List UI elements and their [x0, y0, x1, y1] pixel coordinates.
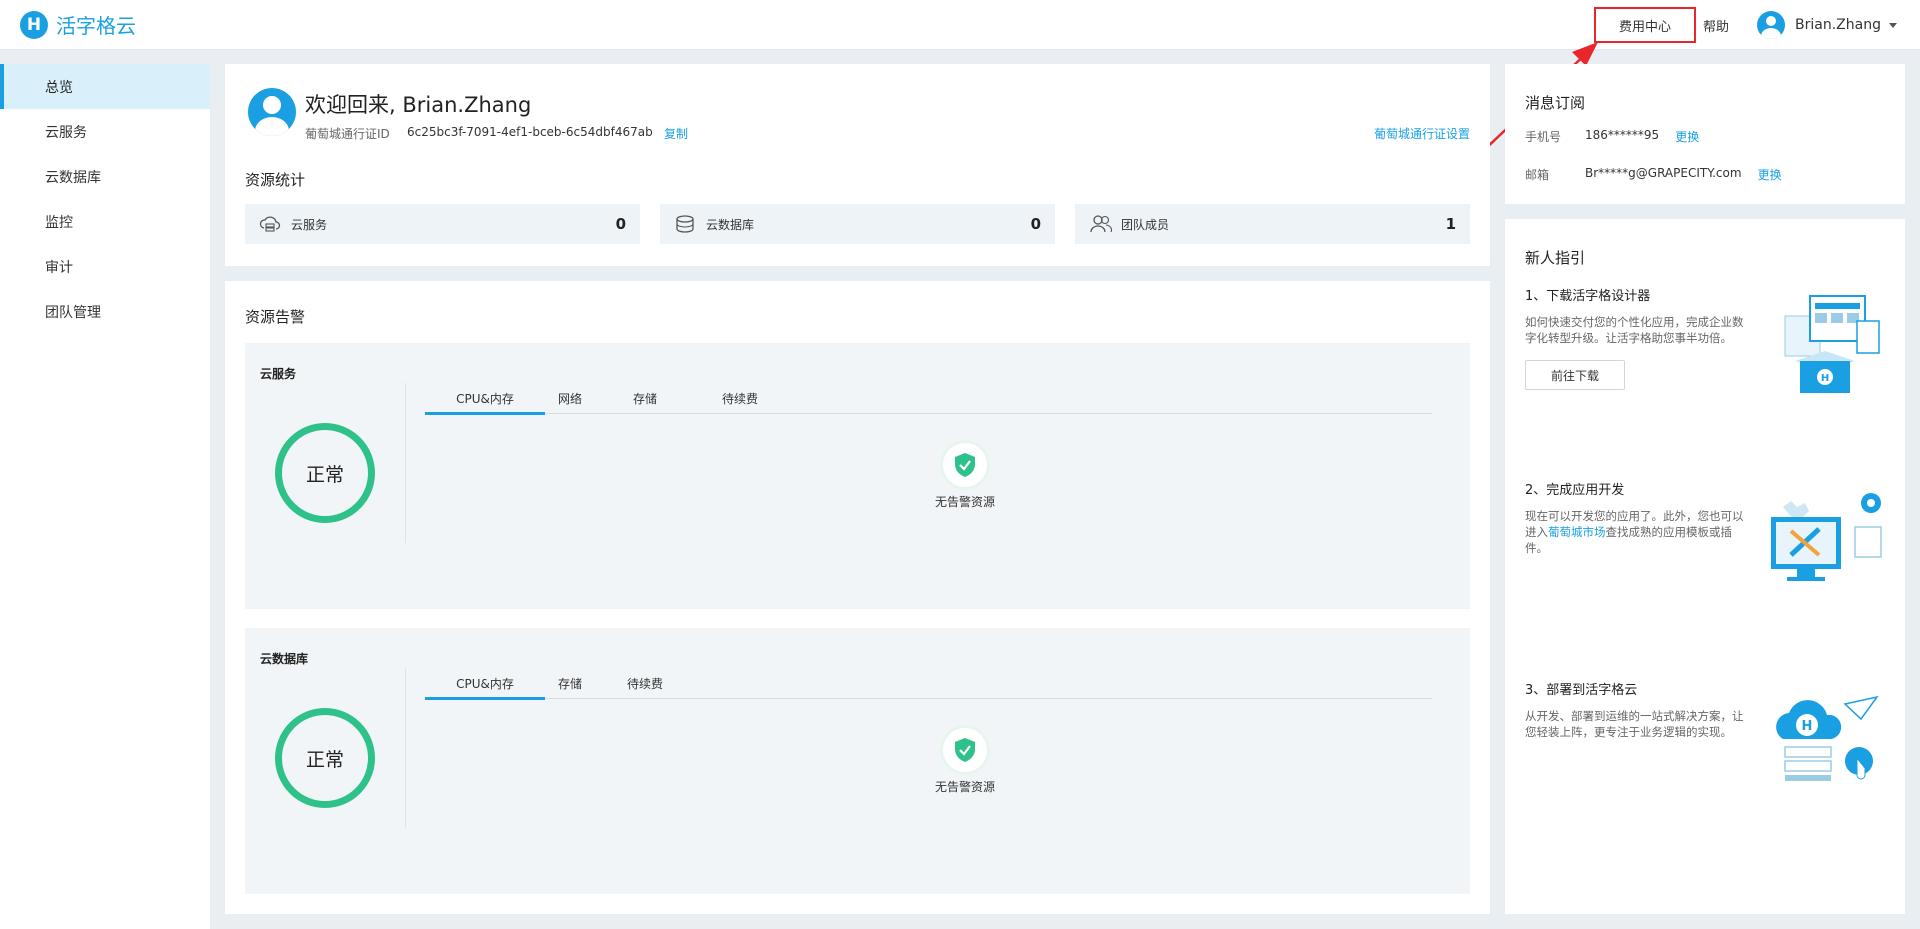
svg-text:H: H: [1821, 373, 1829, 384]
stat-label: 云服务: [291, 217, 328, 232]
change-email-link[interactable]: 更换: [1758, 166, 1782, 183]
tab-renewal[interactable]: 待续费: [710, 383, 770, 414]
alert-panel-cloud-database: 云数据库 正常 CPU&内存 存储 待续费 无告警资源: [245, 628, 1470, 894]
sidebar-item-label: 总览: [45, 79, 73, 96]
empty-state: 无告警资源: [915, 728, 1015, 795]
user-menu[interactable]: Brian.Zhang: [1757, 10, 1897, 40]
copy-link[interactable]: 复制: [664, 125, 688, 142]
database-icon: [674, 214, 696, 234]
sidebar: 总览 云服务 云数据库 监控 审计 团队管理: [0, 64, 210, 929]
avatar: [248, 88, 296, 136]
cloud-server-icon: [259, 214, 281, 234]
alert-panel-cloud-service: 云服务 正常 CPU&内存 网络 存储 待续费 无告警资源: [245, 343, 1470, 609]
divider: [405, 383, 406, 543]
stat-label: 团队成员: [1121, 217, 1170, 232]
team-icon: [1089, 214, 1113, 234]
resource-stats-title: 资源统计: [245, 171, 306, 189]
panel-title: 云数据库: [260, 652, 309, 666]
sidebar-item-label: 云服务: [45, 124, 87, 141]
subscription-title: 消息订阅: [1525, 94, 1586, 112]
stat-value: 0: [1030, 215, 1041, 233]
stat-value: 1: [1445, 215, 1456, 233]
empty-state: 无告警资源: [915, 443, 1015, 510]
step-desc: 如何快速交付您的个性化应用，完成企业数字化转型升级。让活字格助您事半功倍。: [1525, 315, 1744, 345]
tab-cpu-memory[interactable]: CPU&内存: [425, 383, 545, 415]
welcome-card: 欢迎回来, Brian.Zhang 葡萄城通行证ID 6c25bc3f-7091…: [225, 64, 1490, 266]
status-text: 正常: [305, 463, 344, 486]
tab-cpu-memory[interactable]: CPU&内存: [425, 668, 545, 700]
pass-id-label: 葡萄城通行证ID: [305, 127, 390, 141]
phone-label: 手机号: [1525, 130, 1562, 144]
resource-alerts-title: 资源告警: [245, 308, 306, 326]
pass-settings-link[interactable]: 葡萄城通行证设置: [1374, 125, 1470, 142]
logo[interactable]: H 活字格云: [20, 10, 136, 39]
stat-value: 0: [615, 215, 626, 233]
designer-download-illustration: H: [1784, 295, 1880, 393]
sidebar-item-cloud-service[interactable]: 云服务: [0, 109, 210, 154]
shield-check-icon: [943, 728, 987, 772]
newbie-guide-card: 新人指引 1、下载活字格设计器 如何快速交付您的个性化应用，完成企业数字化转型升…: [1505, 219, 1905, 914]
logo-text: 活字格云: [56, 14, 136, 38]
svg-text:H: H: [1802, 719, 1813, 734]
status-ring: 正常: [275, 708, 375, 808]
divider: [405, 668, 406, 828]
sidebar-item-team[interactable]: 团队管理: [0, 289, 210, 334]
download-button[interactable]: 前往下载: [1525, 360, 1625, 390]
email-value: Br*****g@GRAPECITY.com: [1585, 166, 1742, 180]
email-label: 邮箱: [1525, 168, 1550, 182]
tab-network[interactable]: 网络: [545, 383, 595, 414]
stat-cloud-database[interactable]: 云数据库 0: [660, 204, 1055, 244]
chevron-down-icon: [1888, 22, 1897, 28]
user-name: Brian.Zhang: [1795, 17, 1881, 33]
resource-alerts-card: 资源告警 云服务 正常 CPU&内存 网络 存储 待续费 无告警资源 云数据库 …: [225, 281, 1490, 914]
stat-team-members[interactable]: 团队成员 1: [1075, 204, 1470, 244]
step-desc: 从开发、部署到运维的一站式解决方案，让您轻装上阵，更专注于业务逻辑的实现。: [1525, 709, 1744, 739]
app-develop-illustration: [1771, 493, 1882, 581]
status-text: 正常: [305, 748, 344, 771]
panel-title: 云服务: [260, 367, 297, 381]
email-row: 邮箱 Br*****g@GRAPECITY.com 更换: [1525, 166, 1782, 183]
logo-mark-icon: H: [20, 10, 48, 39]
sidebar-item-monitor[interactable]: 监控: [0, 199, 210, 244]
sidebar-item-label: 监控: [45, 214, 73, 231]
stat-cloud-service[interactable]: 云服务 0: [245, 204, 640, 244]
help-link[interactable]: 帮助: [1703, 16, 1729, 35]
avatar: [1757, 11, 1785, 39]
step-desc: 现在可以开发您的应用了。此外，您也可以进入葡萄城市场查找成熟的应用模板或插件。: [1525, 509, 1744, 555]
status-ring: 正常: [275, 423, 375, 523]
empty-text: 无告警资源: [934, 780, 995, 794]
sidebar-item-overview[interactable]: 总览: [0, 64, 210, 109]
alert-tabs: CPU&内存 存储 待续费: [425, 668, 1432, 700]
stat-label: 云数据库: [706, 217, 755, 232]
tab-storage[interactable]: 存储: [545, 668, 595, 699]
sidebar-item-label: 团队管理: [45, 304, 101, 321]
grapecity-market-link[interactable]: 葡萄城市场: [1548, 525, 1606, 539]
sidebar-item-audit[interactable]: 审计: [0, 244, 210, 289]
shield-check-icon: [943, 443, 987, 487]
guide-title: 新人指引: [1525, 249, 1586, 267]
welcome-title: 欢迎回来, Brian.Zhang: [305, 93, 532, 117]
tab-renewal[interactable]: 待续费: [605, 668, 685, 699]
change-phone-link[interactable]: 更换: [1675, 128, 1699, 145]
sidebar-item-label: 审计: [45, 259, 73, 276]
empty-text: 无告警资源: [934, 495, 995, 509]
pass-id-value: 6c25bc3f-7091-4ef1-bceb-6c54dbf467ab: [407, 125, 653, 139]
phone-value: 186******95: [1585, 128, 1660, 142]
sidebar-item-cloud-database[interactable]: 云数据库: [0, 154, 210, 199]
sidebar-item-label: 云数据库: [45, 169, 101, 186]
message-subscription-card: 消息订阅 手机号 186******95 更换 邮箱 Br*****g@GRAP…: [1505, 64, 1905, 204]
cloud-deploy-illustration: H: [1776, 695, 1879, 781]
phone-row: 手机号 186******95 更换: [1525, 128, 1699, 145]
alert-tabs: CPU&内存 网络 存储 待续费: [425, 383, 1432, 415]
tab-storage[interactable]: 存储: [605, 383, 685, 414]
